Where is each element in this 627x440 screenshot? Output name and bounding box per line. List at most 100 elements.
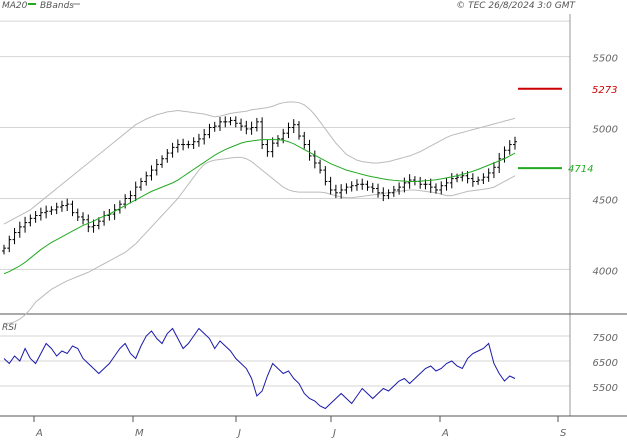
ohlc-bar xyxy=(239,118,244,131)
ohlc-bar xyxy=(117,200,122,214)
x-tick-label: M xyxy=(135,428,144,439)
rsi-tick-label: 6500 xyxy=(593,358,618,369)
ohlc-bar xyxy=(160,155,165,168)
rsi-title: RSI xyxy=(2,323,17,333)
ohlc-bar xyxy=(233,116,238,128)
ohlc-bar xyxy=(360,178,365,190)
ohlc-bar xyxy=(191,137,196,149)
ohlc-bar xyxy=(513,136,517,150)
support-level-label: 4714 xyxy=(568,164,593,175)
rsi-tick-label: 5500 xyxy=(593,383,618,394)
ohlc-bar xyxy=(460,171,465,182)
ohlc-bar xyxy=(365,180,370,191)
ohlc-bar xyxy=(318,159,323,174)
ohlc-bar xyxy=(470,173,475,187)
ohlc-bar xyxy=(497,152,502,174)
ohlc-bar xyxy=(286,122,291,139)
ohlc-bar xyxy=(328,176,333,195)
ohlc-bar xyxy=(254,117,259,132)
x-tick-label: J xyxy=(331,428,336,439)
ohlc-bar xyxy=(439,181,444,195)
ohlc-bar xyxy=(217,116,222,131)
price-panel: 5273 4714 xyxy=(2,85,617,324)
ohlc-bar xyxy=(154,159,159,176)
legend-bbands-swatch xyxy=(72,3,80,5)
ohlc-bar xyxy=(7,235,12,253)
ohlc-bar xyxy=(12,227,17,245)
ohlc-bar xyxy=(386,189,391,200)
ohlc-bar xyxy=(349,181,354,192)
ohlc-bar xyxy=(486,168,491,182)
ohlc-bar xyxy=(381,187,386,202)
price-tick-label: 5000 xyxy=(593,125,618,136)
ohlc-bar xyxy=(59,200,64,212)
ohlc-bar xyxy=(65,198,70,212)
ohlc-bar xyxy=(312,150,317,169)
ohlc-bar xyxy=(249,121,254,135)
chart-canvas: 5273 4714 RSI 4000 4500 5000 5500 5500 6500 750… xyxy=(0,1,627,439)
ohlc-bar xyxy=(265,139,270,157)
x-tick-label: A xyxy=(35,428,43,439)
ohlc-bar xyxy=(2,244,6,255)
price-tick-label: 4500 xyxy=(593,195,618,206)
resistance-level-label: 5273 xyxy=(592,85,617,96)
ohlc-bar xyxy=(291,119,296,134)
ohlc-bar xyxy=(81,212,86,225)
ohlc-bar xyxy=(502,146,507,163)
ohlc-bar xyxy=(376,183,381,198)
ohlc-bar xyxy=(186,140,191,149)
ohlc-bar xyxy=(412,176,417,186)
ohlc-bar xyxy=(33,211,38,223)
ohlc-bar xyxy=(38,207,43,221)
ohlc-bar xyxy=(49,206,54,215)
price-tick-label: 5500 xyxy=(593,54,618,65)
ohlc-bar xyxy=(212,121,217,132)
price-tick-label: 4000 xyxy=(593,266,618,277)
ohlc-bar xyxy=(175,139,180,153)
ohlc-bar xyxy=(102,210,107,226)
ohlc-bar xyxy=(444,177,449,191)
axes-labels: 4000 4500 5000 5500 5500 6500 7500 A M J J A S xyxy=(33,54,618,439)
ohlc-bar xyxy=(149,165,154,181)
bbands-lower-line xyxy=(4,156,516,324)
ohlc-bar xyxy=(418,176,423,189)
bbands-upper-line xyxy=(3,101,516,225)
ohlc-bar xyxy=(391,185,396,197)
rsi-line xyxy=(3,327,516,410)
ohlc-bar xyxy=(28,214,33,227)
ohlc-bar xyxy=(144,171,149,186)
ohlc-bar xyxy=(323,166,328,186)
ohlc-bar xyxy=(70,200,75,217)
ohlc-bar xyxy=(23,216,28,233)
ohlc-bar xyxy=(302,131,307,149)
legend-ma20: MA20 xyxy=(2,1,28,11)
ohlc-bar xyxy=(228,116,233,126)
ohlc-bar xyxy=(202,128,207,145)
ohlc-bar xyxy=(196,133,201,147)
panel-frames xyxy=(0,14,627,417)
ohlc-bar xyxy=(223,116,228,128)
ma20-line xyxy=(3,139,516,275)
ohlc-bar xyxy=(170,142,175,158)
ohlc-bar xyxy=(207,123,212,139)
ohlc-bar xyxy=(138,177,143,191)
ohlc-bar xyxy=(370,182,375,193)
ohlc-bar xyxy=(307,139,312,161)
ohlc-bar xyxy=(344,183,349,194)
ohlc-bar xyxy=(507,140,512,155)
ohlc-bar xyxy=(476,176,481,185)
ohlc-bar xyxy=(17,221,22,238)
ohlc-bar xyxy=(44,205,49,219)
ohlc-bar xyxy=(354,179,359,191)
x-tick-label: S xyxy=(560,428,567,439)
ohlc-bar xyxy=(449,173,454,189)
data-source-timestamp: © TEC 26/8/2024 3:0 GMT xyxy=(456,1,576,11)
ohlc-bar xyxy=(270,137,275,158)
ohlc-bar xyxy=(491,162,496,179)
legend-bbands: BBands xyxy=(40,1,74,11)
ohlc-bar xyxy=(54,202,59,215)
rsi-tick-label: 7500 xyxy=(593,333,618,344)
ohlc-bar xyxy=(397,182,402,195)
legend-ma20-swatch xyxy=(28,3,36,5)
ohlc-bar xyxy=(181,138,186,151)
